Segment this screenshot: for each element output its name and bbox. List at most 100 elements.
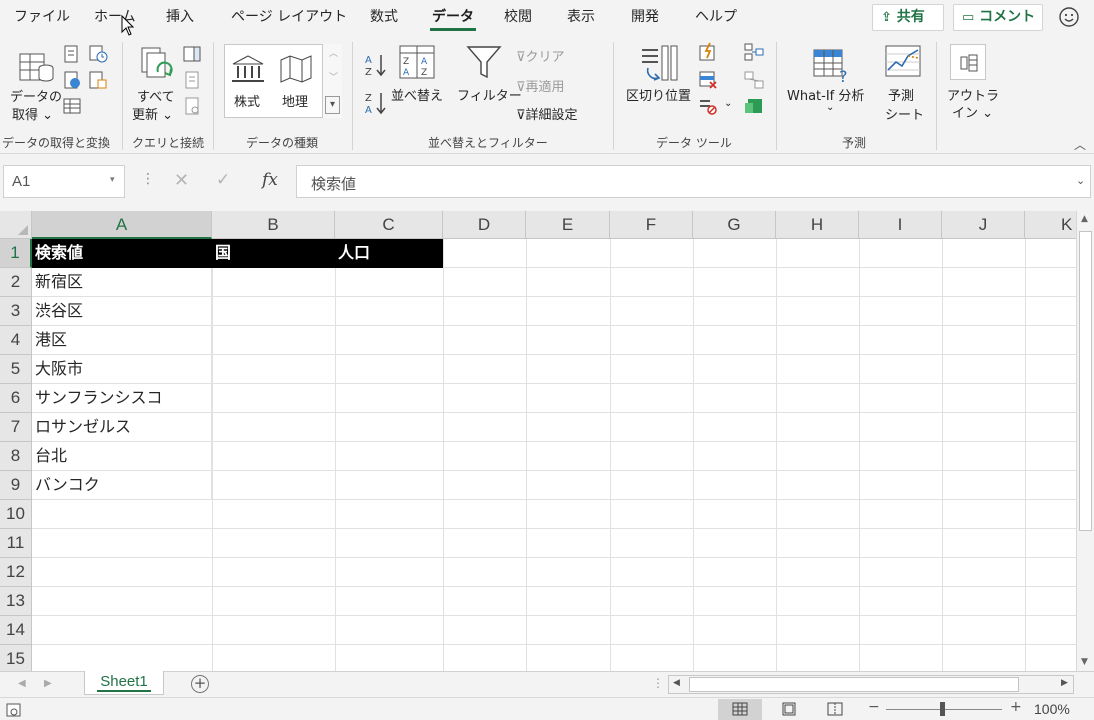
column-header-a[interactable]: A xyxy=(32,211,212,239)
row-header-10[interactable]: 10 xyxy=(0,500,32,529)
tab-review[interactable]: 校閲 xyxy=(502,7,534,31)
tab-help[interactable]: ヘルプ xyxy=(693,7,739,31)
data-validation-icon[interactable] xyxy=(698,96,718,116)
row-header-15[interactable]: 15 xyxy=(0,645,32,671)
edit-links-icon[interactable] xyxy=(182,96,202,116)
cell-a4[interactable]: 港区 xyxy=(32,326,212,355)
row-header-3[interactable]: 3 xyxy=(0,297,32,326)
outline-button[interactable] xyxy=(950,44,986,80)
forecast-sheet-icon[interactable] xyxy=(884,44,922,80)
share-button[interactable]: ⇪ 共有 xyxy=(872,4,944,31)
clear-filter-button[interactable]: ⊽クリア xyxy=(516,46,565,65)
data-model-icon[interactable] xyxy=(744,96,764,116)
cell-a5[interactable]: 大阪市 xyxy=(32,355,212,384)
advanced-filter-button[interactable]: ⊽詳細設定 xyxy=(516,104,578,123)
flash-fill-icon[interactable] xyxy=(698,42,718,62)
cell-a7[interactable]: ロサンゼルス xyxy=(32,413,212,442)
row-header-12[interactable]: 12 xyxy=(0,558,32,587)
column-header-k[interactable]: K xyxy=(1025,211,1076,239)
scroll-right-icon[interactable]: ▶ xyxy=(1061,678,1068,688)
stocks-label[interactable]: 株式 xyxy=(234,91,260,110)
queries-connections-icon[interactable] xyxy=(182,44,202,64)
get-data-icon[interactable] xyxy=(16,44,56,84)
from-table-range-icon[interactable] xyxy=(62,96,82,116)
page-layout-view-button[interactable] xyxy=(767,699,811,720)
data-validation-dropdown-icon[interactable]: ⌄ xyxy=(724,98,732,109)
column-header-c[interactable]: C xyxy=(335,211,443,239)
column-header-e[interactable]: E xyxy=(526,211,610,239)
formula-input[interactable]: 検索値 xyxy=(296,165,1091,198)
cell-c1[interactable]: 人口 xyxy=(335,239,443,268)
column-header-b[interactable]: B xyxy=(212,211,335,239)
from-text-csv-icon[interactable] xyxy=(62,44,82,64)
cancel-entry-icon[interactable]: ✕ xyxy=(174,170,189,191)
what-if-analysis-icon[interactable]: ? xyxy=(812,44,852,84)
cell-a6[interactable]: サンフランシスコ xyxy=(32,384,212,413)
column-header-g[interactable]: G xyxy=(693,211,776,239)
cell-a1[interactable]: 検索値 xyxy=(32,239,212,268)
column-header-h[interactable]: H xyxy=(776,211,859,239)
from-web-icon[interactable] xyxy=(62,70,82,90)
stocks-icon[interactable] xyxy=(230,54,266,84)
zoom-level[interactable]: 100% xyxy=(1034,701,1070,717)
select-all-corner[interactable] xyxy=(0,211,32,239)
gallery-scroll[interactable]: ︿ ﹀ ▾ xyxy=(322,44,342,118)
chevron-up-icon[interactable]: ︿ xyxy=(329,46,338,59)
insert-function-icon[interactable]: fx xyxy=(262,170,278,190)
sheet-tab-sheet1[interactable]: Sheet1 xyxy=(84,671,164,695)
forecast-label-1[interactable]: 予測 xyxy=(888,85,914,104)
vertical-scrollbar[interactable]: ▲ ▼ xyxy=(1076,211,1094,671)
existing-connections-icon[interactable] xyxy=(88,70,108,90)
column-header-d[interactable]: D xyxy=(443,211,526,239)
horizontal-scroll-thumb[interactable] xyxy=(689,677,1019,692)
row-header-9[interactable]: 9 xyxy=(0,471,32,500)
reapply-button[interactable]: ⊽再適用 xyxy=(516,76,565,95)
name-box[interactable]: A1 xyxy=(3,165,125,198)
column-header-f[interactable]: F xyxy=(610,211,693,239)
scroll-left-icon[interactable]: ◀ xyxy=(673,678,680,688)
row-header-5[interactable]: 5 xyxy=(0,355,32,384)
more-options-icon[interactable]: ⋮ xyxy=(141,171,155,187)
zoom-in-icon[interactable]: + xyxy=(1010,699,1022,715)
recent-sources-icon[interactable] xyxy=(88,44,108,64)
add-sheet-icon[interactable]: + xyxy=(191,675,209,693)
name-box-dropdown-icon[interactable]: ▾ xyxy=(110,175,115,185)
tab-developer[interactable]: 開発 xyxy=(629,7,661,31)
row-header-6[interactable]: 6 xyxy=(0,384,32,413)
horizontal-scrollbar[interactable]: ◀ ▶ xyxy=(668,675,1074,694)
tab-insert[interactable]: 挿入 xyxy=(164,7,196,31)
relationships-icon[interactable] xyxy=(744,70,764,90)
tab-file[interactable]: ファイル xyxy=(12,7,72,31)
get-data-button[interactable]: 取得 ⌄ xyxy=(12,104,53,123)
remove-duplicates-icon[interactable] xyxy=(698,70,718,90)
column-header-i[interactable]: I xyxy=(859,211,942,239)
prev-sheet-icon[interactable]: ◀ xyxy=(18,678,26,689)
row-header-8[interactable]: 8 xyxy=(0,442,32,471)
expand-formula-bar-icon[interactable]: ⌄ xyxy=(1076,174,1085,187)
row-header-2[interactable]: 2 xyxy=(0,268,32,297)
row-header-1[interactable]: 1 xyxy=(0,239,32,268)
tab-page-layout[interactable]: ページ レイアウト xyxy=(229,7,349,31)
consolidate-icon[interactable] xyxy=(744,42,764,62)
sort-dialog-icon[interactable]: ZA AZ xyxy=(398,44,436,80)
row-header-13[interactable]: 13 xyxy=(0,587,32,616)
cell-a3[interactable]: 渋谷区 xyxy=(32,297,212,326)
column-header-j[interactable]: J xyxy=(942,211,1025,239)
forecast-label-2[interactable]: シート xyxy=(885,104,924,123)
sort-descending-icon[interactable]: Z A xyxy=(364,90,388,116)
worksheet-grid[interactable]: A B C D E F G H I J K 1 2 3 4 5 6 7 8 9 … xyxy=(0,211,1076,671)
row-header-4[interactable]: 4 xyxy=(0,326,32,355)
macro-record-icon[interactable] xyxy=(6,702,22,718)
tab-view[interactable]: 表示 xyxy=(565,7,597,31)
page-break-view-button[interactable] xyxy=(813,699,857,720)
geography-icon[interactable] xyxy=(278,54,314,84)
gallery-more-icon[interactable]: ▾ xyxy=(325,96,340,114)
cell-a9[interactable]: バンコク xyxy=(32,471,212,500)
tab-formulas[interactable]: 数式 xyxy=(368,7,400,31)
filter-label[interactable]: フィルター xyxy=(457,85,522,104)
row-header-14[interactable]: 14 xyxy=(0,616,32,645)
filter-icon[interactable] xyxy=(466,44,502,82)
next-sheet-icon[interactable]: ▶ xyxy=(44,678,52,689)
zoom-slider-thumb[interactable] xyxy=(940,702,945,716)
cell-a2[interactable]: 新宿区 xyxy=(32,268,212,297)
